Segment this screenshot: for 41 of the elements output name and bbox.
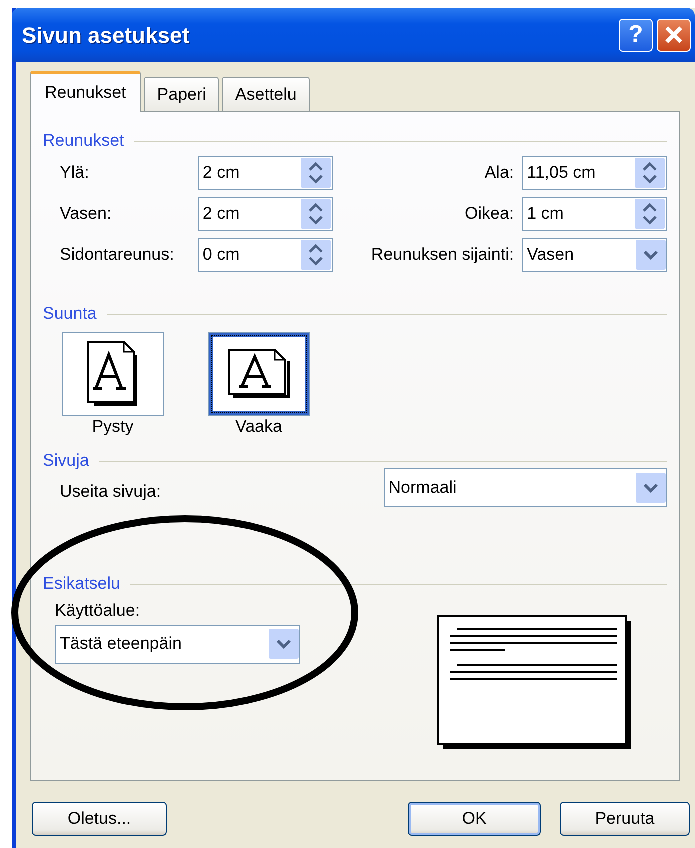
field-label: Reunuksen sijainti: <box>370 244 516 266</box>
spin-field[interactable]: 1 cm <box>522 197 667 231</box>
option-label: Vaaka <box>236 416 282 438</box>
option-label: Pysty <box>92 416 134 438</box>
dropdown[interactable]: Tästä eteenpäin <box>55 624 300 664</box>
orientation-option[interactable] <box>208 332 310 416</box>
dropdown[interactable]: Normaali <box>384 468 667 507</box>
field-label: Useita sivuja: <box>60 480 162 503</box>
tab[interactable]: Asettelu <box>222 77 310 111</box>
spin-arrows-icon <box>300 199 331 229</box>
dialog-button[interactable]: Oletus... <box>32 802 167 836</box>
close-icon <box>664 25 684 45</box>
field-label: Oikea: <box>464 203 516 226</box>
field-label: Sidontareunus: <box>60 244 176 266</box>
close-button[interactable] <box>657 18 691 52</box>
orientation-option[interactable] <box>62 332 164 416</box>
dialog-button[interactable]: OK <box>408 802 541 836</box>
portrait-page-icon <box>86 341 140 407</box>
dialog-button[interactable]: Peruuta <box>560 802 690 836</box>
tab[interactable]: Paperi <box>144 77 220 111</box>
landscape-page-icon <box>227 349 291 399</box>
help-button[interactable]: ? <box>619 18 653 52</box>
spin-arrows-icon <box>635 158 665 188</box>
dropdown[interactable]: Vasen <box>522 238 667 272</box>
spin-arrows-icon <box>300 158 331 188</box>
window-title: Sivun asetukset <box>22 22 191 50</box>
spin-field[interactable]: 2 cm <box>198 156 333 190</box>
spin-field[interactable]: 0 cm <box>198 238 333 272</box>
field-label: Vasen: <box>60 203 113 226</box>
spin-arrows-icon <box>300 240 331 270</box>
field-label: Ala: <box>484 162 516 184</box>
group-heading: Suunta <box>43 304 97 324</box>
spin-field[interactable]: 2 cm <box>198 197 333 231</box>
field-label: Käyttöalue: <box>55 600 142 622</box>
group-heading: Esikatselu <box>43 574 120 594</box>
spin-field[interactable]: 11,05 cm <box>522 156 667 190</box>
group-heading: Reunukset <box>43 131 124 151</box>
spin-arrows-icon <box>635 199 665 229</box>
field-label: Ylä: <box>60 162 90 184</box>
tab[interactable]: Reunukset <box>30 71 142 112</box>
group-heading: Sivuja <box>43 451 90 471</box>
